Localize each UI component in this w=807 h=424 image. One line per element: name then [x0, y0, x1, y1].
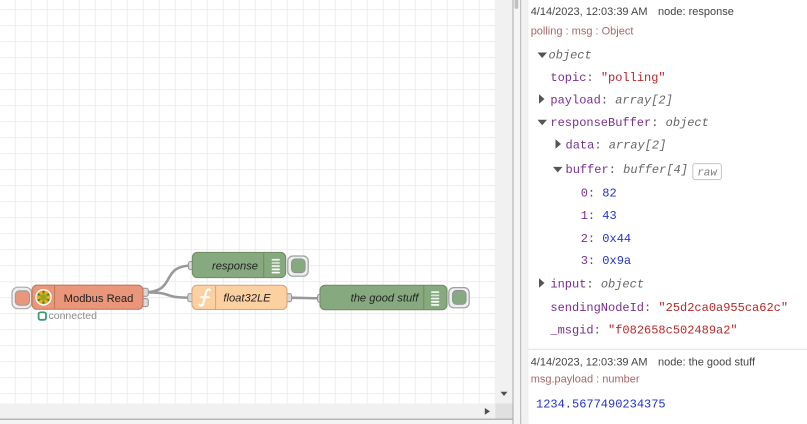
svg-text:raw: raw	[697, 167, 718, 179]
svg-text:data: array[2]: data: array[2]	[566, 138, 667, 152]
svg-text:3: 0x9a: 3: 0x9a	[581, 254, 631, 268]
svg-text:payload: array[2]: payload: array[2]	[550, 93, 672, 107]
svg-text:float32LE: float32LE	[223, 292, 271, 304]
svg-text:input: object: input: object	[550, 277, 644, 291]
svg-text:topic: "polling": topic: "polling"	[550, 71, 665, 85]
svg-text:1234.5677490234375: 1234.5677490234375	[536, 398, 666, 412]
svg-text:response: response	[212, 260, 258, 272]
svg-text:4/14/2023, 12:03:39 AM: 4/14/2023, 12:03:39 AM	[531, 6, 648, 18]
svg-text:2: 0x44: 2: 0x44	[581, 232, 631, 246]
svg-text:polling : msg : Object: polling : msg : Object	[531, 26, 634, 38]
svg-text:_msgid: "f082658c502489a2": _msgid: "f082658c502489a2"	[549, 324, 737, 338]
svg-text:node: response: node: response	[658, 6, 734, 18]
svg-text:Modbus Read: Modbus Read	[64, 293, 134, 305]
svg-text:node: the good stuff: node: the good stuff	[658, 356, 756, 368]
svg-text:the good stuff: the good stuff	[351, 293, 421, 305]
svg-text:object: object	[549, 49, 592, 63]
svg-text:buffer: buffer[4]: buffer: buffer[4]	[566, 163, 688, 177]
svg-text:0: 82: 0: 82	[581, 187, 617, 201]
svg-text:1: 43: 1: 43	[581, 209, 617, 223]
svg-text:connected: connected	[49, 310, 98, 322]
svg-text:msg.payload : number: msg.payload : number	[531, 374, 640, 386]
svg-text:sendingNodeId: "25d2ca0a955ca6: sendingNodeId: "25d2ca0a955ca62c"	[550, 301, 788, 315]
svg-text:4/14/2023, 12:03:39 AM: 4/14/2023, 12:03:39 AM	[531, 356, 648, 368]
svg-text:responseBuffer: object: responseBuffer: object	[550, 116, 708, 130]
